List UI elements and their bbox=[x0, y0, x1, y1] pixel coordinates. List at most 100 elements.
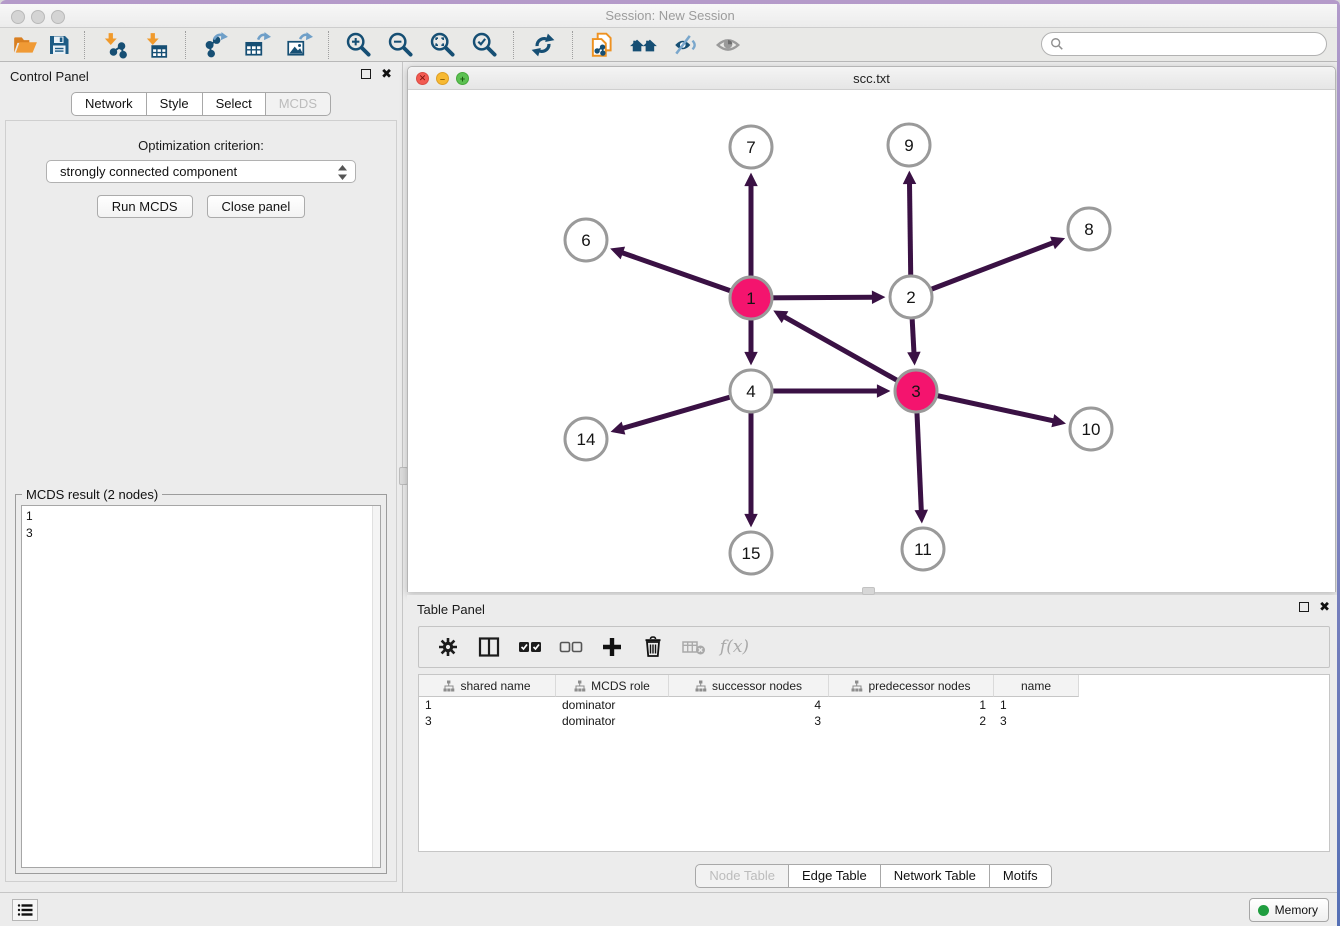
tab-node-table[interactable]: Node Table bbox=[695, 864, 789, 888]
delete-columns-trash-icon[interactable] bbox=[634, 630, 671, 664]
node-2[interactable]: 2 bbox=[890, 276, 932, 318]
tab-select[interactable]: Select bbox=[202, 92, 266, 116]
table-cell[interactable]: 4 bbox=[669, 697, 829, 713]
table-cell[interactable]: 2 bbox=[829, 713, 994, 729]
mcds-result-list[interactable]: 13 bbox=[21, 505, 381, 868]
tab-style[interactable]: Style bbox=[146, 92, 203, 116]
close-table-panel-icon[interactable]: ✖ bbox=[1319, 602, 1330, 612]
export-table-icon[interactable] bbox=[236, 30, 278, 60]
import-network-icon[interactable] bbox=[93, 30, 135, 60]
toolbar-separator bbox=[572, 31, 573, 59]
search-input[interactable] bbox=[1069, 37, 1318, 51]
edge-2-to-8[interactable] bbox=[911, 243, 1054, 297]
toolbar-separator bbox=[328, 31, 329, 59]
table-cell[interactable]: dominator bbox=[556, 713, 669, 729]
criterion-dropdown[interactable]: strongly connected component bbox=[46, 160, 356, 183]
table-cell[interactable]: 3 bbox=[994, 713, 1079, 729]
column-label: name bbox=[1021, 679, 1051, 693]
node-label: 10 bbox=[1082, 420, 1101, 439]
column-header-MCDS-role[interactable]: MCDS role bbox=[556, 675, 669, 697]
open-folder-icon[interactable] bbox=[8, 30, 42, 60]
table-cell[interactable]: 1 bbox=[994, 697, 1079, 713]
table-cell[interactable]: 3 bbox=[419, 713, 556, 729]
toggle-column-view-icon[interactable] bbox=[470, 630, 507, 664]
show-graphics-details-icon[interactable] bbox=[707, 30, 749, 60]
column-header-shared-name[interactable]: shared name bbox=[419, 675, 556, 697]
node-label: 3 bbox=[911, 382, 920, 401]
optimization-criterion-label: Optimization criterion: bbox=[6, 138, 396, 153]
float-table-panel-icon[interactable] bbox=[1299, 602, 1309, 612]
clone-network-icon[interactable] bbox=[581, 30, 623, 60]
node-3[interactable]: 3 bbox=[895, 370, 937, 412]
close-panel-icon[interactable]: ✖ bbox=[381, 69, 392, 79]
memory-button[interactable]: Memory bbox=[1249, 898, 1329, 922]
table-cell[interactable]: dominator bbox=[556, 697, 669, 713]
select-all-columns-icon[interactable] bbox=[511, 630, 548, 664]
node-6[interactable]: 6 bbox=[565, 219, 607, 261]
table-cell[interactable]: 1 bbox=[829, 697, 994, 713]
fit-content-icon[interactable] bbox=[421, 30, 463, 60]
task-history-button[interactable] bbox=[12, 899, 38, 921]
column-label: MCDS role bbox=[591, 679, 650, 693]
table-body: 1dominator4113dominator323 bbox=[419, 697, 1329, 729]
run-mcds-button[interactable]: Run MCDS bbox=[97, 195, 193, 218]
node-label: 1 bbox=[746, 289, 755, 308]
export-image-icon[interactable] bbox=[278, 30, 320, 60]
table-row[interactable]: 3dominator323 bbox=[419, 713, 1329, 729]
node-10[interactable]: 10 bbox=[1070, 408, 1112, 450]
network-window-title-bar[interactable]: ✕ – + scc.txt bbox=[408, 67, 1335, 90]
tab-motifs[interactable]: Motifs bbox=[989, 864, 1052, 888]
tab-mcds[interactable]: MCDS bbox=[265, 92, 331, 116]
zoom-out-icon[interactable] bbox=[379, 30, 421, 60]
node-4[interactable]: 4 bbox=[730, 370, 772, 412]
tab-network-table[interactable]: Network Table bbox=[880, 864, 990, 888]
table-row[interactable]: 1dominator411 bbox=[419, 697, 1329, 713]
tree-hierarchy-icon bbox=[851, 680, 863, 692]
column-header-successor-nodes[interactable]: successor nodes bbox=[669, 675, 829, 697]
refresh-layout-icon[interactable] bbox=[522, 30, 564, 60]
horizontal-splitter-handle[interactable] bbox=[862, 587, 875, 595]
node-15[interactable]: 15 bbox=[730, 532, 772, 574]
table-settings-gear-icon[interactable] bbox=[429, 630, 466, 664]
node-table[interactable]: shared name MCDS role successor nodes prede… bbox=[418, 674, 1330, 852]
hide-graphics-details-icon[interactable] bbox=[665, 30, 707, 60]
node-1[interactable]: 1 bbox=[730, 277, 772, 319]
table-cell[interactable]: 3 bbox=[669, 713, 829, 729]
column-header-predecessor-nodes[interactable]: predecessor nodes bbox=[829, 675, 994, 697]
zoom-selected-icon[interactable] bbox=[463, 30, 505, 60]
tab-network[interactable]: Network bbox=[71, 92, 147, 116]
export-network-icon[interactable] bbox=[194, 30, 236, 60]
node-9[interactable]: 9 bbox=[888, 124, 930, 166]
add-column-icon[interactable] bbox=[593, 630, 630, 664]
unselect-all-columns-icon[interactable] bbox=[552, 630, 589, 664]
control-panel: Control Panel ✖ NetworkStyleSelectMCDS O… bbox=[0, 62, 403, 892]
criterion-value: strongly connected component bbox=[60, 164, 237, 179]
import-table-icon[interactable] bbox=[135, 30, 177, 60]
network-overview-icon[interactable] bbox=[623, 30, 665, 60]
node-label: 9 bbox=[904, 136, 913, 155]
network-file-title: scc.txt bbox=[408, 71, 1335, 86]
node-14[interactable]: 14 bbox=[565, 418, 607, 460]
network-canvas[interactable]: 7 9 6 8 1 2 4 3 14 10 15 11 bbox=[408, 90, 1335, 592]
column-label: predecessor nodes bbox=[868, 679, 970, 693]
dropdown-stepper-icon bbox=[337, 164, 348, 181]
table-panel-title: Table Panel bbox=[417, 602, 485, 617]
zoom-in-icon[interactable] bbox=[337, 30, 379, 60]
network-graph: 7 9 6 8 1 2 4 3 14 10 15 11 bbox=[408, 90, 1335, 592]
float-panel-icon[interactable] bbox=[361, 69, 371, 79]
save-icon[interactable] bbox=[42, 30, 76, 60]
search-field[interactable] bbox=[1041, 32, 1327, 56]
search-icon bbox=[1050, 37, 1064, 51]
node-8[interactable]: 8 bbox=[1068, 208, 1110, 250]
node-11[interactable]: 11 bbox=[902, 528, 944, 570]
column-header-name[interactable]: name bbox=[994, 675, 1079, 697]
control-panel-tabs: NetworkStyleSelectMCDS bbox=[0, 92, 402, 116]
table-cell[interactable]: 1 bbox=[419, 697, 556, 713]
tab-edge-table[interactable]: Edge Table bbox=[788, 864, 881, 888]
function-builder-icon[interactable]: f(x) bbox=[716, 630, 753, 664]
edge-3-to-1[interactable] bbox=[784, 317, 916, 391]
close-panel-button[interactable]: Close panel bbox=[207, 195, 306, 218]
result-scrollbar[interactable] bbox=[372, 506, 380, 867]
node-7[interactable]: 7 bbox=[730, 126, 772, 168]
delete-table-icon[interactable] bbox=[675, 630, 712, 664]
